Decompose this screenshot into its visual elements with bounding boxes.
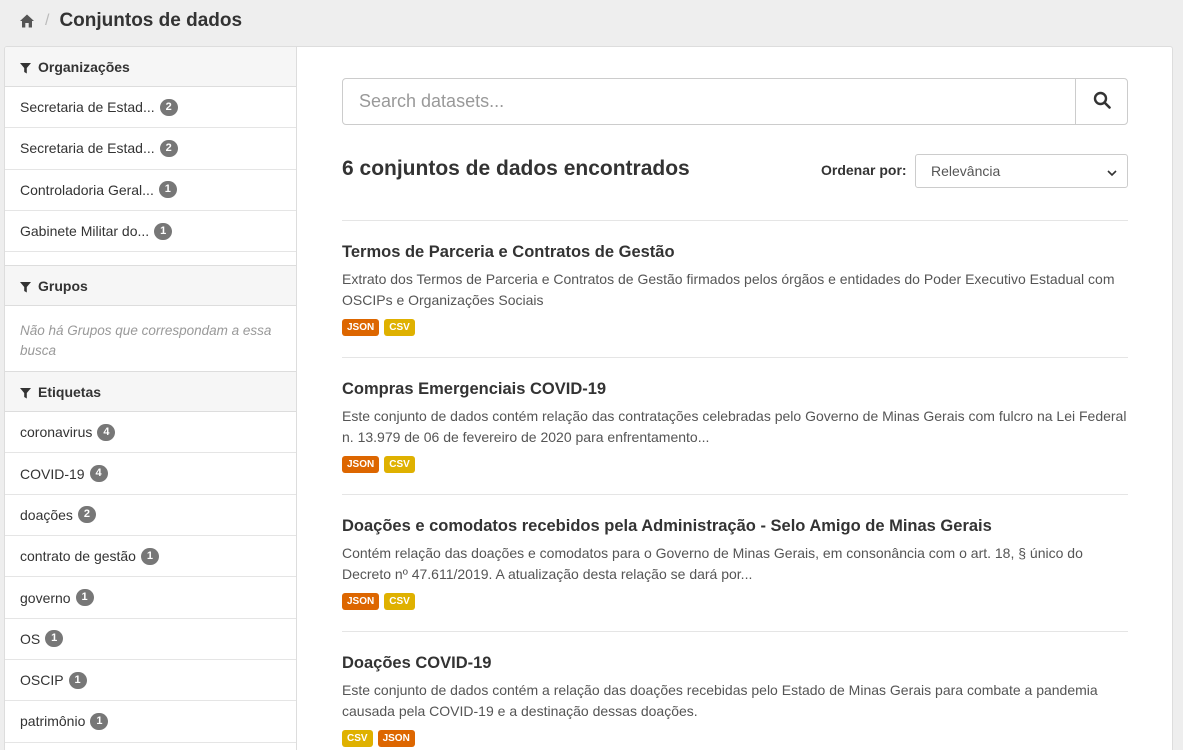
tag-item[interactable]: coronavirus 4 bbox=[5, 412, 296, 454]
facet-header-groups: Grupos bbox=[5, 266, 296, 307]
count-badge: 4 bbox=[97, 423, 116, 441]
filter-icon bbox=[20, 280, 31, 293]
count-badge: 1 bbox=[158, 181, 177, 199]
chevron-down-icon bbox=[1106, 166, 1118, 178]
organization-item-label: Secretaria de Estad... bbox=[20, 99, 155, 116]
count-badge: 1 bbox=[140, 547, 159, 565]
order-select[interactable]: Relevância bbox=[915, 154, 1128, 188]
facet-header-tags: Etiquetas bbox=[5, 372, 296, 413]
facet-divider bbox=[5, 252, 296, 267]
tag-item-label: governo bbox=[20, 589, 71, 606]
content-wrapper: Organizações Secretaria de Estad... 2 Secr… bbox=[4, 46, 1173, 750]
count-badge: 1 bbox=[75, 589, 94, 607]
dataset-item: Doações e comodatos recebidos pela Admin… bbox=[342, 494, 1128, 631]
tag-item-label: OSCIP bbox=[20, 672, 64, 689]
count-badge: 2 bbox=[77, 506, 96, 524]
format-badge-csv[interactable]: CSV bbox=[384, 319, 415, 336]
dataset-title[interactable]: Compras Emergenciais COVID-19 bbox=[342, 378, 1128, 400]
dataset-formats: JSON CSV bbox=[342, 319, 1128, 336]
tag-item[interactable]: doações 2 bbox=[5, 495, 296, 537]
format-badge-csv[interactable]: CSV bbox=[342, 730, 373, 747]
search-button[interactable] bbox=[1075, 79, 1127, 124]
dataset-title[interactable]: Doações e comodatos recebidos pela Admin… bbox=[342, 515, 1128, 537]
tag-item-label: COVID-19 bbox=[20, 465, 85, 482]
home-icon[interactable] bbox=[19, 13, 35, 29]
tag-item[interactable]: OSCIP 1 bbox=[5, 660, 296, 702]
organization-item[interactable]: Secretaria de Estad... 2 bbox=[5, 128, 296, 170]
format-badge-json[interactable]: JSON bbox=[377, 730, 415, 747]
dataset-title[interactable]: Termos de Parceria e Contratos de Gestão bbox=[342, 241, 1128, 263]
breadcrumb: / Conjuntos de dados bbox=[19, 8, 242, 34]
tag-list: coronavirus 4 COVID-19 4 doações 2 contrato de… bbox=[5, 412, 296, 743]
dataset-formats: JSON CSV bbox=[342, 456, 1128, 473]
facet-title: Etiquetas bbox=[38, 383, 102, 400]
tag-item-label: patrimônio bbox=[20, 713, 86, 730]
tag-item-label: contrato de gestão bbox=[20, 548, 136, 565]
count-badge: 2 bbox=[159, 139, 178, 157]
result-count: 6 conjuntos de dados encontrados bbox=[342, 157, 690, 180]
tag-item-label: doações bbox=[20, 506, 73, 523]
organization-item-label: Controladoria Geral... bbox=[20, 181, 154, 198]
dataset-item: Doações COVID-19 Este conjunto de dados c… bbox=[342, 631, 1128, 750]
search-input[interactable] bbox=[343, 79, 1075, 124]
tag-item-label: coronavirus bbox=[20, 424, 93, 441]
dataset-notes: Este conjunto de dados contém a relação … bbox=[342, 682, 1098, 719]
dataset-notes: Contém relação das doações e comodatos p… bbox=[342, 545, 1083, 582]
sidebar: Organizações Secretaria de Estad... 2 Secr… bbox=[5, 47, 297, 750]
dataset-item: Termos de Parceria e Contratos de Gestão… bbox=[342, 220, 1128, 357]
facet-title: Grupos bbox=[38, 277, 88, 294]
facet-title: Organizações bbox=[38, 58, 130, 75]
tag-item[interactable]: patrimônio 1 bbox=[5, 701, 296, 743]
count-badge: 4 bbox=[89, 465, 108, 483]
dataset-formats: JSON CSV bbox=[342, 593, 1128, 610]
page-title[interactable]: Conjuntos de dados bbox=[59, 10, 242, 32]
tag-item[interactable]: OS 1 bbox=[5, 619, 296, 660]
organization-item[interactable]: Gabinete Militar do... 1 bbox=[5, 211, 296, 253]
count-badge: 2 bbox=[159, 98, 178, 116]
format-badge-csv[interactable]: CSV bbox=[384, 593, 415, 610]
search-icon bbox=[1093, 91, 1111, 112]
facet-header-organizations: Organizações bbox=[5, 47, 296, 87]
count-badge: 1 bbox=[154, 222, 173, 240]
organization-item[interactable]: Secretaria de Estad... 2 bbox=[5, 87, 296, 129]
tag-item[interactable]: governo 1 bbox=[5, 577, 296, 619]
breadcrumb-separator: / bbox=[45, 12, 50, 29]
dataset-list: Termos de Parceria e Contratos de Gestão… bbox=[342, 220, 1128, 750]
search-box bbox=[342, 78, 1128, 125]
organization-item-label: Secretaria de Estad... bbox=[20, 140, 155, 157]
count-badge: 1 bbox=[68, 671, 87, 689]
format-badge-json[interactable]: JSON bbox=[342, 456, 380, 473]
dataset-notes: Este conjunto de dados contém relação da… bbox=[342, 408, 1127, 445]
format-badge-csv[interactable]: CSV bbox=[384, 456, 415, 473]
dataset-item: Compras Emergenciais COVID-19 Este conjun… bbox=[342, 357, 1128, 494]
organization-item[interactable]: Controladoria Geral... 1 bbox=[5, 170, 296, 211]
organization-list: Secretaria de Estad... 2 Secretaria de Est… bbox=[5, 87, 296, 253]
order-select-value: Relevância bbox=[931, 163, 1001, 179]
filter-icon bbox=[20, 61, 31, 74]
format-badge-json[interactable]: JSON bbox=[342, 319, 380, 336]
groups-empty-message: Não há Grupos que correspondam a essa bu… bbox=[5, 306, 296, 373]
count-badge: 1 bbox=[90, 712, 109, 730]
dataset-notes: Extrato dos Termos de Parceria e Contrat… bbox=[342, 271, 1115, 308]
tag-item[interactable]: COVID-19 4 bbox=[5, 453, 296, 495]
dataset-formats: CSV JSON bbox=[342, 730, 1128, 747]
tag-item-label: OS bbox=[20, 630, 41, 647]
order-label: Ordenar por: bbox=[821, 162, 907, 178]
dataset-title[interactable]: Doações COVID-19 bbox=[342, 652, 1128, 674]
format-badge-json[interactable]: JSON bbox=[342, 593, 380, 610]
count-badge: 1 bbox=[45, 630, 64, 648]
filter-icon bbox=[20, 386, 31, 399]
tag-item[interactable]: contrato de gestão 1 bbox=[5, 536, 296, 578]
organization-item-label: Gabinete Militar do... bbox=[20, 223, 150, 240]
